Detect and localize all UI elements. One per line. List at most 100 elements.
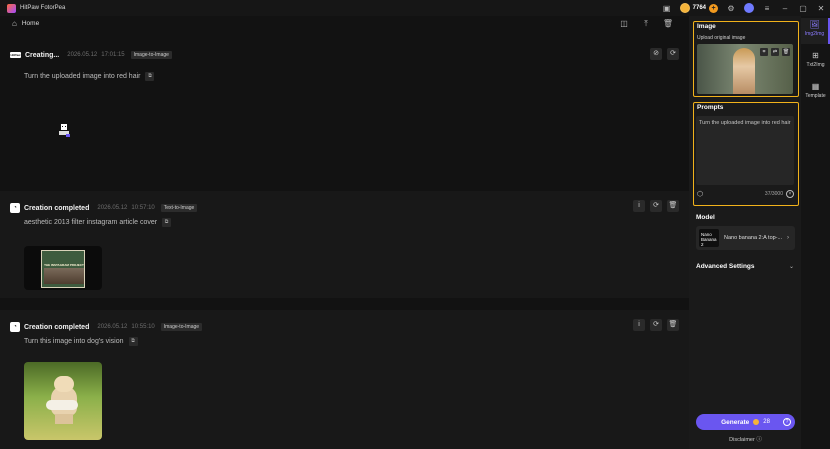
result-thumbnail[interactable]: THE INSTAGRAM PROJECT bbox=[24, 246, 102, 290]
coin-icon bbox=[679, 3, 690, 13]
mode-nav: 🖼 Img2Img ⊞ Txt2Img ▦ Template bbox=[801, 16, 830, 449]
delete-icon[interactable]: 🗑 bbox=[667, 200, 679, 212]
info-icon[interactable]: i bbox=[633, 319, 645, 331]
settings-icon[interactable]: ⚙ bbox=[722, 0, 740, 16]
home-icon[interactable]: ⌂ bbox=[12, 19, 17, 28]
card-date: 2026.05.12 bbox=[97, 324, 128, 330]
model-selector[interactable]: Nano Banana 2 Nano banana 2:A top-... › bbox=[696, 226, 795, 250]
maximize-icon[interactable]: ▢ bbox=[794, 0, 812, 16]
regenerate-icon[interactable]: ⟳ bbox=[650, 319, 662, 331]
generate-button[interactable]: Generate 28 ? bbox=[696, 414, 795, 430]
feed-tools: ◫ ⤒ 🗑 bbox=[615, 16, 677, 31]
menu-icon[interactable]: ≡ bbox=[758, 0, 776, 16]
loading-icon bbox=[59, 124, 70, 137]
card-actions: i ⟳ 🗑 bbox=[633, 319, 679, 331]
card-mode-tag: Image-to-Image bbox=[130, 51, 172, 59]
scroll-top-icon[interactable]: ⤒ bbox=[637, 16, 655, 31]
prompts-title: Prompts bbox=[697, 104, 724, 111]
add-coins-button[interactable]: + bbox=[709, 3, 718, 13]
clear-prompt-icon[interactable]: × bbox=[786, 190, 794, 198]
article-cover-image: THE INSTAGRAM PROJECT bbox=[41, 250, 85, 288]
nav-template-label: Template bbox=[805, 93, 826, 99]
history-icon[interactable]: ▣ bbox=[658, 0, 676, 16]
copy-prompt-icon[interactable]: ⧉ bbox=[162, 218, 172, 227]
regenerate-icon[interactable]: ⟳ bbox=[667, 48, 679, 60]
nav-img2img-label: Img2Img bbox=[804, 31, 825, 37]
advanced-settings-toggle[interactable]: Advanced Settings ⌄ bbox=[696, 263, 794, 270]
advanced-settings-label: Advanced Settings bbox=[696, 263, 755, 270]
portrait-figure bbox=[733, 48, 755, 94]
close-icon[interactable]: ✕ bbox=[812, 0, 830, 16]
result-thumbnail[interactable] bbox=[24, 362, 102, 440]
creation-card: ◔ Creation completed 2026.05.12 10:55:10… bbox=[0, 310, 689, 449]
prompt-counter: 37/3000 bbox=[764, 191, 783, 197]
nav-txt2img-label: Txt2Img bbox=[806, 62, 825, 68]
upload-label: Upload original image bbox=[697, 35, 746, 41]
upload-tools: ⌗ ⇄ 🗑 bbox=[760, 48, 790, 56]
compare-icon[interactable]: ◫ bbox=[615, 16, 633, 31]
app-name: HitPaw FotorPea bbox=[20, 5, 66, 11]
nav-img2img[interactable]: 🖼 Img2Img bbox=[801, 18, 830, 44]
creation-card: HitPaw Creating... 2026.05.12 17:01:15 I… bbox=[0, 39, 689, 189]
article-cover-title: THE INSTAGRAM PROJECT bbox=[44, 263, 84, 267]
card-date: 2026.05.12 bbox=[67, 52, 98, 58]
coin-balance[interactable]: 7764 + bbox=[679, 3, 718, 14]
model-title: Model bbox=[696, 214, 715, 221]
card-mode-tag: Image-to-Image bbox=[160, 323, 203, 331]
disclaimer-link[interactable]: Disclaimer ⓘ bbox=[696, 435, 795, 443]
copy-prompt-icon[interactable]: ⧉ bbox=[128, 337, 138, 346]
regenerate-icon[interactable]: ⟳ bbox=[650, 200, 662, 212]
card-prompt-text: Turn this image into dog's vision bbox=[24, 338, 124, 345]
prompt-counter-wrap: 37/3000 × bbox=[765, 190, 794, 198]
card-prompt: Turn this image into dog's vision ⧉ bbox=[24, 337, 138, 346]
image-section-title: Image bbox=[697, 23, 716, 30]
image-edit-icon: 🖼 bbox=[809, 20, 820, 29]
card-status: Creation completed bbox=[24, 204, 90, 212]
delete-icon[interactable]: 🗑 bbox=[667, 319, 679, 331]
remove-image-icon[interactable]: 🗑 bbox=[782, 48, 790, 56]
card-time: 10:57:10 bbox=[131, 205, 155, 211]
prompt-input[interactable]: Turn the uploaded image into red hair bbox=[696, 116, 794, 185]
prompt-footer: ⬡ 37/3000 × bbox=[697, 189, 794, 199]
card-actions: ⊘ ⟳ bbox=[650, 48, 679, 60]
card-status: Creation completed bbox=[24, 323, 90, 331]
nav-txt2img[interactable]: ⊞ Txt2Img bbox=[801, 49, 830, 75]
dog-toy bbox=[46, 400, 78, 410]
minimize-icon[interactable]: – bbox=[776, 0, 794, 16]
generate-label: Generate bbox=[721, 418, 750, 426]
title-bar: HitPaw FotorPea ▣ 7764 + ⚙ ≡ – ▢ ✕ bbox=[0, 0, 830, 16]
creation-card: ◔ Creation completed 2026.05.12 10:57:10… bbox=[0, 191, 689, 298]
prompt-enhance-icon[interactable]: ⬡ bbox=[697, 190, 703, 198]
nav-template[interactable]: ▦ Template bbox=[801, 80, 830, 106]
model-thumbnail: Nano Banana 2 bbox=[699, 229, 719, 247]
card-header: HitPaw Creating... 2026.05.12 17:01:15 I… bbox=[10, 51, 172, 59]
copy-prompt-icon[interactable]: ⧉ bbox=[145, 72, 155, 81]
chevron-right-icon: › bbox=[787, 235, 789, 241]
home-label[interactable]: Home bbox=[22, 20, 39, 27]
article-cover-people bbox=[44, 268, 84, 284]
trash-icon[interactable]: 🗑 bbox=[659, 16, 677, 31]
replace-icon[interactable]: ⇄ bbox=[771, 48, 779, 56]
dog-legs bbox=[55, 414, 73, 424]
info-icon[interactable]: i bbox=[633, 200, 645, 212]
cancel-icon[interactable]: ⊘ bbox=[650, 48, 662, 60]
image-section: Image Upload original image ⌗ ⇄ 🗑 bbox=[693, 21, 799, 97]
card-prompt-text: aesthetic 2013 filter instagram article … bbox=[24, 219, 158, 226]
prompt-section: Prompts Turn the uploaded image into red… bbox=[693, 102, 799, 206]
card-mode-tag: Text-to-Image bbox=[160, 204, 198, 212]
card-time: 17:01:15 bbox=[101, 52, 125, 58]
help-icon[interactable]: ? bbox=[783, 418, 791, 426]
creation-badge-icon: ◔ bbox=[10, 203, 20, 213]
card-time: 10:55:10 bbox=[131, 324, 155, 330]
title-bar-controls: ▣ 7764 + ⚙ ≡ – ▢ ✕ bbox=[658, 0, 830, 16]
home-bar: ⌂ Home ◫ ⤒ 🗑 bbox=[0, 16, 689, 31]
coin-icon bbox=[753, 419, 760, 425]
template-icon: ▦ bbox=[811, 82, 820, 91]
app-logo-icon bbox=[7, 3, 16, 13]
avatar[interactable] bbox=[744, 3, 754, 13]
settings-panel: Image Upload original image ⌗ ⇄ 🗑 Prompt… bbox=[689, 16, 801, 449]
creation-feed: HitPaw Creating... 2026.05.12 17:01:15 I… bbox=[0, 31, 689, 449]
dog-head bbox=[54, 376, 74, 392]
crop-icon[interactable]: ⌗ bbox=[760, 48, 768, 56]
uploaded-image[interactable]: ⌗ ⇄ 🗑 bbox=[697, 44, 793, 94]
